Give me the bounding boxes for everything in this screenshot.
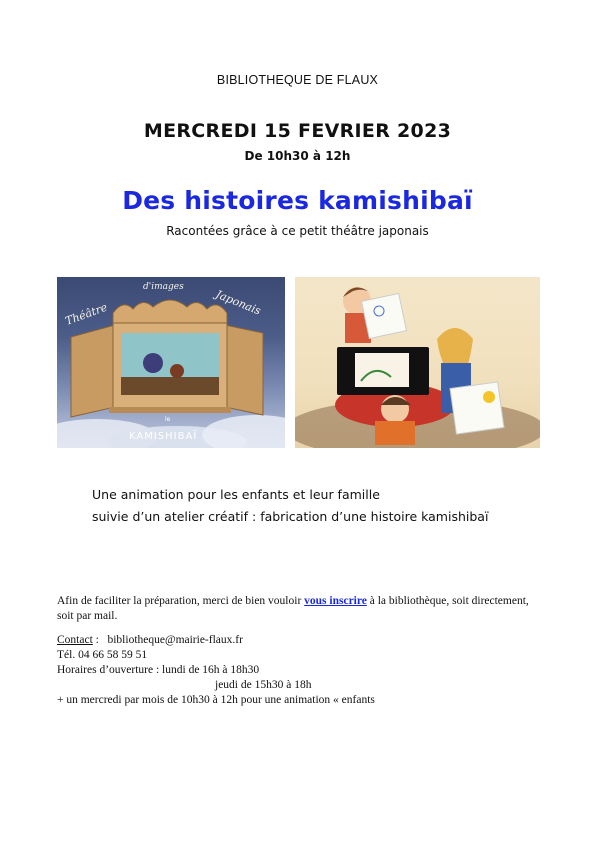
opening-hours-monday: Horaires d’ouverture : lundi de 16h à 18… bbox=[57, 664, 260, 676]
animation-description-line2: suivie d’un atelier créatif : fabricatio… bbox=[92, 509, 489, 524]
theatre-illustration: Théâtre d'images Japonais le KAMISHIBAÏ bbox=[57, 282, 285, 448]
contact-phone: Tél. 04 66 58 59 51 bbox=[57, 649, 148, 661]
arc-word-theatre: Théâtre bbox=[64, 300, 110, 327]
registration-text-before: Afin de faciliter la préparation, merci … bbox=[57, 595, 305, 607]
kamishibai-theatre-image: Théâtre d'images Japonais le KAMISHIBAÏ bbox=[57, 277, 285, 448]
contact-label: Contact bbox=[57, 634, 93, 646]
event-subtitle: Racontées grâce à ce petit théâtre japon… bbox=[166, 224, 429, 238]
bottom-word-kamishibai: KAMISHIBAÏ bbox=[129, 429, 197, 442]
event-title: Des histoires kamishibaï bbox=[122, 186, 473, 215]
registration-paragraph: Afin de faciliter la préparation, merci … bbox=[57, 594, 537, 624]
opening-hours-thursday: jeudi de 15h30 à 18h bbox=[215, 679, 312, 691]
bottom-word-le: le bbox=[165, 416, 171, 423]
children-illustration bbox=[295, 287, 540, 448]
contact-separator: : bbox=[92, 634, 108, 646]
event-time: De 10h30 à 12h bbox=[244, 149, 351, 163]
library-name: BIBLIOTHEQUE DE FLAUX bbox=[216, 73, 379, 87]
arc-word-images: d'images bbox=[143, 282, 184, 292]
contact-line: Contact : bibliotheque@mairie-flaux.fr bbox=[57, 633, 537, 648]
animation-description-line1: Une animation pour les enfants et leur f… bbox=[92, 487, 380, 502]
register-link[interactable]: vous inscrire bbox=[304, 595, 367, 607]
contact-block: Contact : bibliotheque@mairie-flaux.fr T… bbox=[57, 633, 537, 708]
event-date: MERCREDI 15 FEVRIER 2023 bbox=[143, 120, 452, 142]
children-kamishibai-image bbox=[295, 277, 540, 448]
contact-email[interactable]: bibliotheque@mairie-flaux.fr bbox=[107, 634, 242, 646]
opening-hours-wednesday: + un mercredi par mois de 10h30 à 12h po… bbox=[57, 694, 375, 706]
